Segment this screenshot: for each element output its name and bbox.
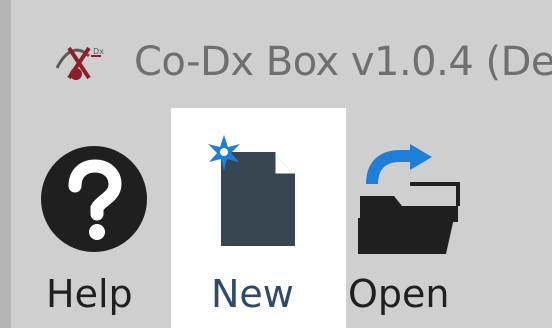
new-document-sparkle-icon <box>208 135 295 246</box>
window-left-edge <box>0 0 11 328</box>
help-button[interactable]: Help <box>33 108 183 328</box>
new-label: New <box>211 272 294 316</box>
svg-text:Dx: Dx <box>93 47 104 56</box>
open-button[interactable]: Open <box>346 108 486 328</box>
new-button[interactable]: New <box>171 108 346 328</box>
app-window: Dx Co-Dx Box v1.0.4 (De Help New Open <box>0 0 552 328</box>
open-folder-arrow-icon <box>358 144 460 254</box>
window-title: Co-Dx Box v1.0.4 (De <box>134 39 552 85</box>
help-question-circle-icon <box>41 146 147 252</box>
title-bar[interactable]: Dx Co-Dx Box v1.0.4 (De <box>11 0 552 108</box>
co-dx-logo-icon: Dx <box>55 46 104 80</box>
toolbar: Help New Open <box>11 108 552 328</box>
open-label: Open <box>348 272 450 316</box>
help-label: Help <box>46 272 133 316</box>
